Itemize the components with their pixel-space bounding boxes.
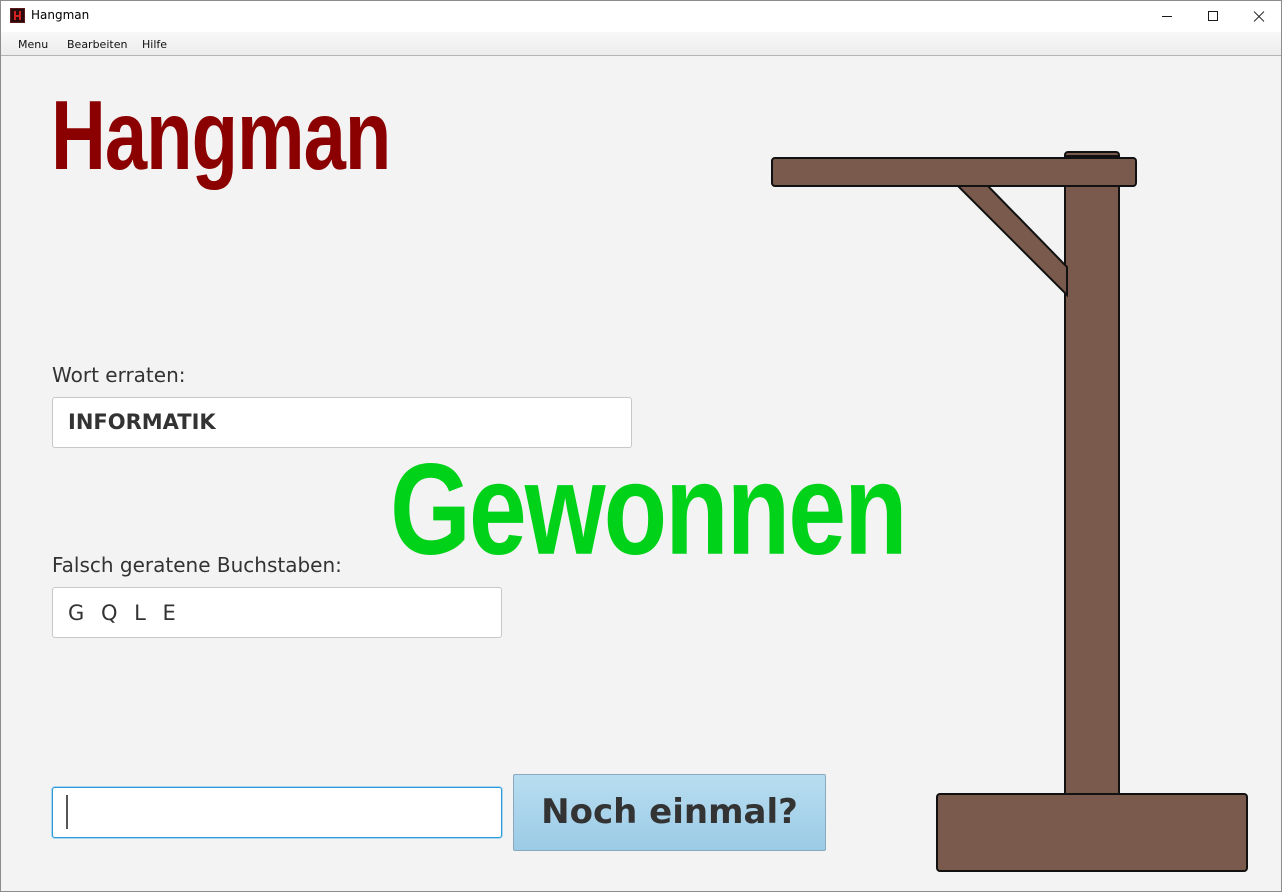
text-caret	[66, 795, 68, 829]
gallows-post	[1064, 155, 1120, 797]
word-label: Wort erraten:	[52, 363, 186, 387]
play-again-button[interactable]: Noch einmal?	[513, 774, 826, 851]
wrong-letters-label: Falsch geratene Buchstaben:	[52, 553, 342, 577]
gallows-brace	[953, 183, 1068, 298]
game-heading: Hangman	[51, 80, 391, 191]
guess-input[interactable]	[52, 787, 502, 838]
hangman-window: Hangman Menu Bearbeiten Hilfe Hangman Wo…	[0, 0, 1282, 892]
gallows-base	[936, 793, 1248, 872]
gallows-beam	[771, 157, 1137, 187]
wrong-letters-field: G Q L E	[52, 587, 502, 638]
win-status-text: Gewonnen	[390, 437, 908, 583]
